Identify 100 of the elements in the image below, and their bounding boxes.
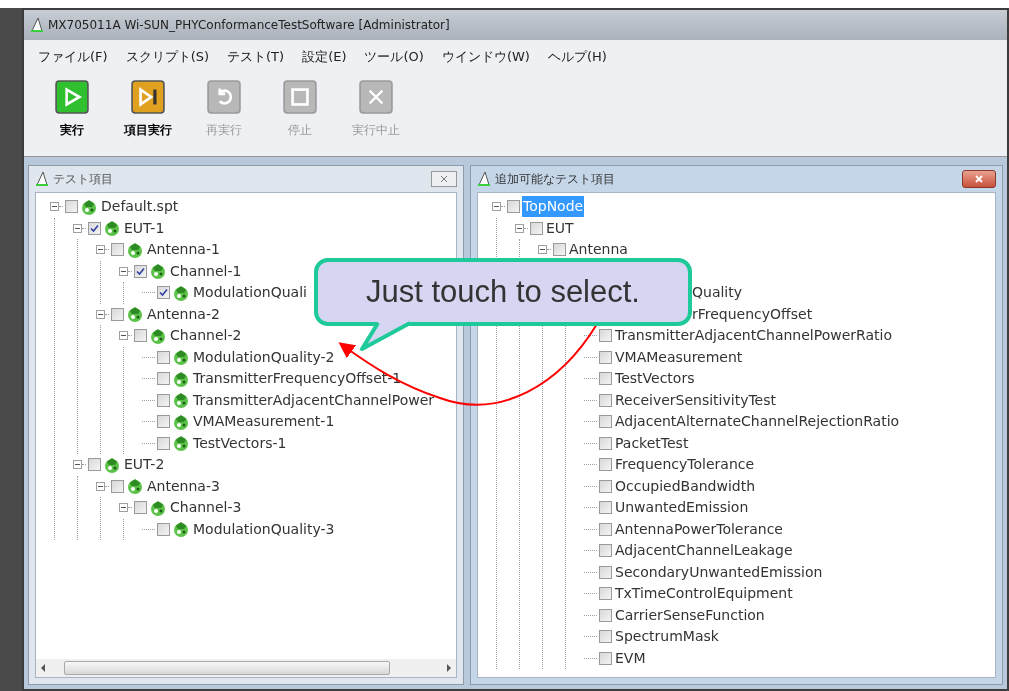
close-button[interactable]	[962, 170, 996, 188]
collapse-icon[interactable]	[73, 223, 82, 233]
checkbox[interactable]	[530, 221, 543, 235]
menu-item[interactable]: テスト(T)	[227, 47, 285, 67]
tree-item[interactable]: CarrierSenseFunction	[614, 604, 766, 626]
tree-item[interactable]: EUT-2	[123, 454, 166, 476]
checkbox[interactable]	[599, 479, 612, 493]
checkbox[interactable]	[134, 501, 147, 515]
tree-item[interactable]: VMAMeasurement-1	[192, 411, 336, 433]
tree-item[interactable]: Channel-1	[169, 260, 243, 282]
tree-item[interactable]: Antenna-2	[146, 303, 221, 325]
collapse-icon[interactable]	[73, 460, 82, 470]
checkbox[interactable]	[599, 501, 612, 515]
checkbox[interactable]	[134, 329, 147, 343]
checkbox[interactable]	[134, 264, 147, 278]
scroll-left-icon[interactable]	[40, 664, 46, 672]
checkbox[interactable]	[157, 372, 170, 386]
tree-item[interactable]: TestVectors	[614, 368, 696, 390]
tree-item[interactable]: EUT-1	[123, 217, 166, 239]
tree-item[interactable]: Channel-2	[169, 325, 243, 347]
checkbox[interactable]	[157, 415, 170, 429]
menu-item[interactable]: ファイル(F)	[38, 47, 108, 67]
tree-item[interactable]: Antenna-3	[146, 475, 221, 497]
checkbox[interactable]	[88, 221, 101, 235]
checkbox[interactable]	[599, 415, 612, 429]
checkbox[interactable]	[157, 522, 170, 536]
collapse-icon[interactable]	[96, 481, 105, 491]
panel-icon	[477, 171, 491, 187]
checkbox[interactable]	[157, 393, 170, 407]
tree-item[interactable]: TransmitterAdjacentChannelPower	[192, 389, 436, 411]
checkbox[interactable]	[599, 350, 612, 364]
menu-item[interactable]: 設定(E)	[302, 47, 347, 67]
collapse-icon[interactable]	[119, 266, 128, 276]
scrollbar-thumb[interactable]	[64, 661, 390, 675]
tree-item[interactable]: AdjacentAlternateChannelRejectionRatio	[614, 411, 901, 433]
checkbox[interactable]	[599, 544, 612, 558]
close-button[interactable]	[431, 171, 457, 187]
checkbox[interactable]	[599, 393, 612, 407]
collapse-icon[interactable]	[515, 223, 524, 233]
tree-item[interactable]: PacketTest	[614, 432, 690, 454]
checkbox[interactable]	[507, 200, 520, 214]
tree-item[interactable]: Channel-3	[169, 497, 243, 519]
tree-item[interactable]: TransmitterFrequencyOffset-1	[192, 368, 403, 390]
collapse-icon[interactable]	[96, 309, 105, 319]
tree-item[interactable]: TestVectors-1	[192, 432, 288, 454]
tree-item[interactable]: ReceiverSensitivityTest	[614, 389, 778, 411]
tree-item[interactable]: Antenna	[568, 239, 629, 261]
tree-item[interactable]: TxTimeControlEquipment	[614, 583, 794, 605]
tree-item[interactable]: SecondaryUnwantedEmission	[614, 561, 824, 583]
scroll-right-icon[interactable]	[446, 664, 452, 672]
tree-item[interactable]: ModulationQuality-3	[192, 518, 336, 540]
tree-item[interactable]: ModulationQuali	[192, 282, 308, 304]
checkbox[interactable]	[88, 458, 101, 472]
checkbox[interactable]	[599, 372, 612, 386]
tree-item[interactable]: rFrequencyOffset	[692, 303, 813, 325]
checkbox[interactable]	[157, 286, 170, 300]
checkbox[interactable]	[599, 522, 612, 536]
tree-item[interactable]: SpectrumMask	[614, 626, 720, 648]
checkbox[interactable]	[599, 436, 612, 450]
tree-item[interactable]: ModulationQuality-2	[192, 346, 336, 368]
checkbox[interactable]	[599, 329, 612, 343]
panel-title: 追加可能なテスト項目	[495, 171, 615, 188]
checkbox[interactable]	[599, 587, 612, 601]
checkbox[interactable]	[111, 307, 124, 321]
collapse-icon[interactable]	[119, 331, 128, 341]
collapse-icon[interactable]	[492, 202, 501, 212]
tree-item[interactable]: VMAMeasurement	[614, 346, 744, 368]
tree-item[interactable]: TransmitterAdjacentChannelPowerRatio	[614, 325, 893, 347]
run-icon	[55, 80, 89, 114]
menu-item[interactable]: ツール(O)	[364, 47, 424, 67]
checkbox[interactable]	[599, 630, 612, 644]
tree-item[interactable]: EVM	[614, 647, 647, 669]
collapse-icon[interactable]	[96, 245, 105, 255]
toolbar-button[interactable]: 実行	[38, 74, 106, 136]
collapse-icon[interactable]	[50, 202, 59, 212]
checkbox[interactable]	[157, 436, 170, 450]
tree-item[interactable]: Antenna-1	[146, 239, 221, 261]
tree-item[interactable]: OccupiedBandwidth	[614, 475, 757, 497]
checkbox[interactable]	[157, 350, 170, 364]
tree-item[interactable]: AntennaPowerTolerance	[614, 518, 784, 540]
menu-item[interactable]: スクリプト(S)	[125, 47, 210, 67]
collapse-icon[interactable]	[119, 503, 128, 513]
checkbox[interactable]	[111, 479, 124, 493]
tree-item[interactable]: Default.spt	[100, 196, 180, 218]
checkbox[interactable]	[65, 200, 78, 214]
tree-item[interactable]: UnwantedEmission	[614, 497, 750, 519]
tree-item[interactable]: AdjacentChannelLeakage	[614, 540, 794, 562]
checkbox[interactable]	[599, 565, 612, 579]
checkbox[interactable]	[111, 243, 124, 257]
toolbar-button[interactable]: 項目実行	[114, 74, 182, 136]
tree-item[interactable]: Quality	[692, 282, 743, 304]
checkbox[interactable]	[599, 651, 612, 665]
menu-item[interactable]: ヘルプ(H)	[547, 47, 607, 67]
checkbox[interactable]	[599, 608, 612, 622]
checkbox[interactable]	[553, 243, 566, 257]
tree-item[interactable]: FrequencyTolerance	[614, 454, 756, 476]
menu-item[interactable]: ウインドウ(W)	[441, 47, 530, 67]
collapse-icon[interactable]	[538, 245, 547, 255]
tree-item[interactable]: EUT	[545, 217, 575, 239]
checkbox[interactable]	[599, 458, 612, 472]
